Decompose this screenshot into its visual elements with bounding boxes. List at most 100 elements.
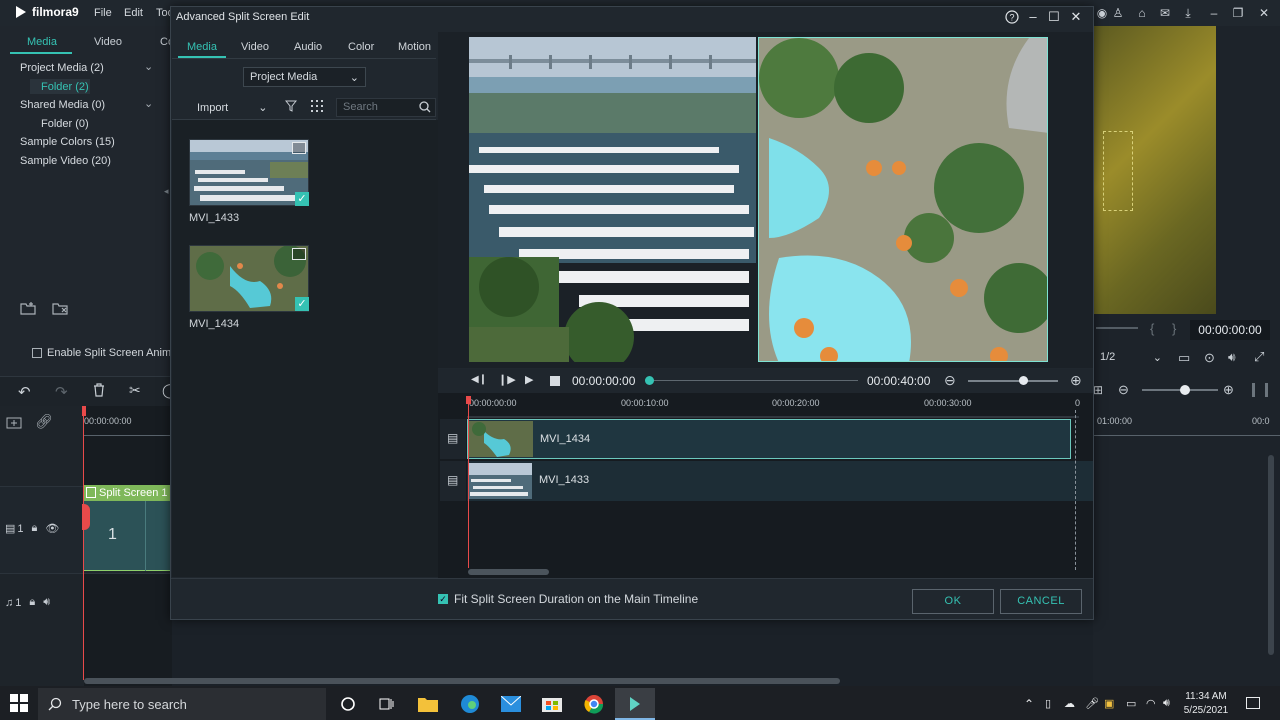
zoom-slider-knob[interactable]: [1180, 385, 1190, 395]
fit-duration-checkbox[interactable]: ✓ Fit Split Screen Duration on the Main …: [438, 592, 698, 606]
preview-left-pane[interactable]: [469, 37, 756, 362]
dialog-progress-track[interactable]: [654, 380, 858, 381]
zoom-in-icon[interactable]: ⊕: [1070, 372, 1082, 389]
eye-icon[interactable]: 👁︎: [45, 522, 59, 535]
cloud-icon[interactable]: ☁: [1064, 697, 1075, 710]
ok-button[interactable]: OK: [912, 589, 994, 614]
account-icon[interactable]: ◉: [1094, 5, 1110, 21]
chevron-up-icon[interactable]: ⌃: [1024, 697, 1034, 711]
tree-folder-0[interactable]: Folder (0): [41, 118, 89, 130]
task-view-icon[interactable]: [377, 694, 397, 714]
notification-icon[interactable]: [1246, 697, 1260, 709]
download-icon[interactable]: ⤓: [1180, 5, 1196, 21]
render-icon[interactable]: ⊞: [1093, 383, 1103, 397]
tab-video[interactable]: Video: [94, 36, 122, 48]
resolution-select[interactable]: 1/2 ⌄: [1096, 347, 1166, 367]
taskbar-search[interactable]: Type here to search: [38, 688, 326, 720]
menu-edit[interactable]: Edit: [124, 7, 143, 19]
lock-icon[interactable]: 🔒︎: [29, 596, 35, 609]
menu-file[interactable]: File: [94, 7, 112, 19]
minimize-icon[interactable]: –: [1206, 5, 1222, 21]
track-clip-mvi1433[interactable]: MVI_1433: [467, 461, 1093, 501]
snapshot-icon[interactable]: ⊙: [1204, 350, 1215, 366]
new-folder-icon[interactable]: [20, 301, 36, 315]
user-icon[interactable]: ♙: [1110, 5, 1126, 21]
filmora-taskbar-active[interactable]: [615, 688, 655, 720]
cortana-icon[interactable]: [338, 694, 358, 714]
collapse-arrow-icon[interactable]: ◂: [164, 186, 169, 197]
chevron-down-icon[interactable]: ⌄: [144, 97, 153, 110]
dialog-progress-knob[interactable]: [645, 376, 654, 385]
filter-icon[interactable]: [285, 100, 297, 112]
panel-toggle-icon[interactable]: [1252, 383, 1268, 397]
tree-folder-2[interactable]: Folder (2): [41, 81, 89, 93]
mail-icon[interactable]: ✉: [1157, 5, 1173, 21]
mail-icon[interactable]: [501, 694, 521, 714]
undo-icon[interactable]: ↶: [18, 383, 31, 401]
wifi-icon[interactable]: ◠: [1146, 697, 1156, 710]
preview-right-pane[interactable]: [758, 37, 1048, 362]
dialog-playhead-handle[interactable]: [466, 396, 471, 404]
delete-folder-icon[interactable]: [52, 301, 68, 315]
volume-icon[interactable]: 🔊︎: [1228, 350, 1236, 365]
playhead[interactable]: [83, 406, 84, 680]
dialog-tab-color[interactable]: Color: [348, 41, 374, 53]
dialog-maximize-icon[interactable]: ☐: [1045, 8, 1063, 26]
dialog-tab-video[interactable]: Video: [241, 41, 269, 53]
scissors-icon[interactable]: ✂: [129, 382, 141, 399]
grid-view-icon[interactable]: [311, 100, 323, 112]
mark-in-icon[interactable]: {: [1150, 321, 1154, 336]
dialog-tab-motion[interactable]: Motion: [398, 41, 431, 53]
dialog-timeline-scrollbar[interactable]: [468, 569, 549, 575]
file-explorer-icon[interactable]: [418, 694, 438, 714]
zoom-out-icon[interactable]: ⊖: [1118, 382, 1129, 398]
help-icon[interactable]: ?: [1003, 8, 1021, 26]
dialog-zoom-slider[interactable]: [968, 380, 1058, 382]
store-icon[interactable]: [542, 694, 562, 714]
dialog-playhead[interactable]: [468, 396, 469, 568]
battery-icon[interactable]: ▭: [1126, 697, 1136, 710]
search-icon[interactable]: [419, 101, 431, 113]
media-thumb-mvi1434[interactable]: [189, 245, 309, 312]
tab-media[interactable]: Media: [27, 36, 57, 48]
delete-icon[interactable]: [93, 383, 105, 397]
track-clip-mvi1434[interactable]: MVI_1434: [467, 419, 1071, 459]
microphone-icon[interactable]: 🎤︎: [1085, 697, 1099, 710]
vertical-scrollbar[interactable]: [1268, 455, 1274, 655]
dialog-tab-audio[interactable]: Audio: [294, 41, 322, 53]
close-icon[interactable]: ✕: [1256, 5, 1272, 21]
mark-out-icon[interactable]: }: [1172, 321, 1176, 336]
tree-sample-colors[interactable]: Sample Colors (15): [20, 136, 115, 148]
tree-project-media[interactable]: Project Media (2): [20, 62, 104, 74]
media-source-dropdown[interactable]: Project Media ⌄: [243, 67, 366, 87]
play-icon[interactable]: ▶: [525, 373, 533, 386]
edge-icon[interactable]: [460, 694, 480, 714]
fullscreen-icon[interactable]: ⤢: [1254, 349, 1264, 365]
phone-icon[interactable]: ▯: [1045, 697, 1051, 710]
checkbox-checked-icon[interactable]: ✓: [438, 594, 448, 604]
cancel-button[interactable]: CANCEL: [1000, 589, 1082, 614]
zoom-in-icon[interactable]: ⊕: [1223, 382, 1234, 398]
import-button[interactable]: Import ⌄: [197, 101, 267, 115]
checkbox-box[interactable]: [32, 348, 42, 358]
prev-frame-icon[interactable]: ◀❙: [471, 374, 487, 385]
playhead-handle[interactable]: [82, 406, 86, 416]
dialog-tab-media[interactable]: Media: [187, 41, 217, 53]
dialog-minimize-icon[interactable]: –: [1024, 8, 1042, 26]
tree-sample-video[interactable]: Sample Video (20): [20, 155, 111, 167]
tree-shared-media[interactable]: Shared Media (0): [20, 99, 105, 111]
lock-icon[interactable]: 🔒︎: [32, 522, 38, 535]
chevron-down-icon[interactable]: ⌄: [144, 60, 153, 73]
windows-start-icon[interactable]: [10, 694, 28, 712]
monitor-icon[interactable]: ▭: [1178, 350, 1190, 366]
play-pause-icon[interactable]: ❙▶: [498, 373, 516, 386]
timeline-scrollbar[interactable]: [84, 678, 840, 684]
zoom-out-icon[interactable]: ⊖: [944, 372, 956, 389]
dialog-close-icon[interactable]: ✕: [1067, 8, 1085, 26]
stop-icon[interactable]: [550, 376, 560, 386]
media-thumb-mvi1433[interactable]: [189, 139, 309, 206]
cart-icon[interactable]: ⌂: [1134, 5, 1150, 21]
enable-split-checkbox[interactable]: Enable Split Screen Anim: [32, 347, 171, 359]
security-icon[interactable]: ▣: [1104, 697, 1114, 710]
chrome-icon[interactable]: [584, 694, 604, 714]
